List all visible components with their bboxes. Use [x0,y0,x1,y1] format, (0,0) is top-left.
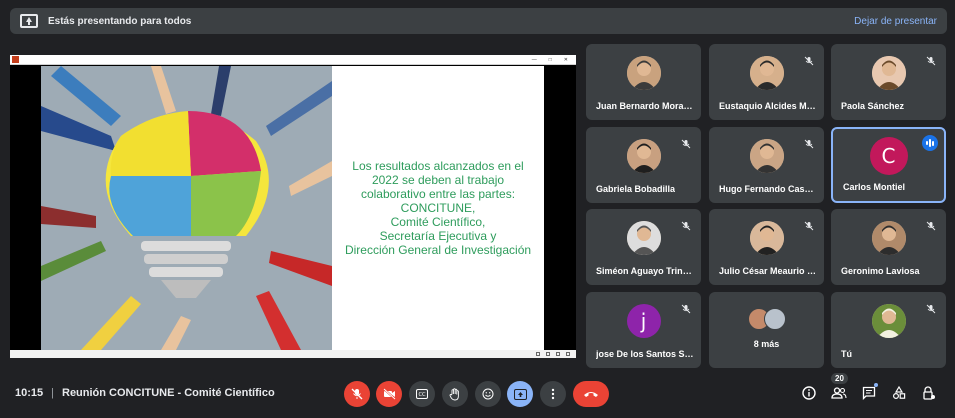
powerpoint-statusbar [10,350,576,358]
captions-icon: CC [416,389,428,399]
camera-toggle-button[interactable] [376,381,402,407]
close-icon: ✕ [563,56,568,63]
avatar [871,55,906,90]
chat-button[interactable] [859,383,879,403]
people-button[interactable]: 20 [829,373,849,403]
slide-text: Los resultados alcanzados en el 2022 se … [344,159,532,257]
mic-off-icon [804,53,814,66]
participant-name: Eustaquio Alcides M… [719,101,816,111]
powerpoint-titlebar: — □ ✕ [10,55,576,65]
present-screen-icon [20,14,38,28]
avatar [749,55,784,90]
mic-off-icon [351,388,363,400]
participant-tile[interactable]: Gabriela Bobadilla [586,127,701,203]
powerpoint-icon [12,56,19,63]
participant-name: jose De los Santos Sa… [596,349,694,359]
participant-tile[interactable]: Siméon Aguayo Trini… [586,209,701,285]
raise-hand-button[interactable] [442,381,468,407]
more-participants-label: 8 más [753,339,780,349]
slide-text-box: Los resultados alcanzados en el 2022 se … [332,66,544,350]
mic-off-icon [926,53,936,66]
participant-tile[interactable]: Julio César Meaurio … [709,209,824,285]
shapes-icon [892,386,906,400]
participant-name: Gabriela Bobadilla [596,184,676,194]
mic-off-icon [681,218,691,231]
avatar [749,138,784,173]
avatar [749,220,784,255]
participant-name: Juan Bernardo Moral… [596,101,694,111]
participant-count-badge: 20 [831,373,848,384]
maximize-icon: □ [548,56,552,63]
participant-name: Julio César Meaurio … [719,266,817,276]
avatar [871,220,906,255]
mic-off-icon [926,218,936,231]
meeting-title: Reunión CONCITUNE - Comité Científico [62,387,275,399]
emoji-icon [482,388,494,400]
activities-button[interactable] [889,383,909,403]
avatar [626,220,661,255]
lock-person-icon [923,386,935,400]
participant-tile[interactable]: Juan Bernardo Moral… [586,44,701,120]
reactions-button[interactable] [475,381,501,407]
mic-off-icon [804,136,814,149]
mic-off-icon [926,301,936,314]
participant-name: Paola Sánchez [841,101,905,111]
avatar [871,303,906,338]
avatar: C [869,137,908,176]
participant-tile[interactable]: 8 más [709,292,824,368]
leave-call-button[interactable] [573,381,609,407]
meeting-info: 10:15 | Reunión CONCITUNE - Comité Cient… [15,387,275,399]
info-icon [802,386,816,400]
mic-off-icon [681,301,691,314]
participant-tile[interactable]: Geronimo Laviosa [831,209,946,285]
puzzle-lightbulb-image [41,66,332,350]
svg-text:CC: CC [419,392,426,398]
meeting-details-button[interactable] [799,383,819,403]
more-vert-icon [551,388,555,400]
more-participants-avatars [747,308,786,331]
presenting-text: Estás presentando para todos [48,15,192,27]
participant-tile[interactable]: Paola Sánchez [831,44,946,120]
participant-name: Hugo Fernando Casa… [719,184,817,194]
participant-tile[interactable]: Eustaquio Alcides M… [709,44,824,120]
avatar [626,55,661,90]
slide: Los resultados alcanzados en el 2022 se … [41,66,544,350]
captions-button[interactable]: CC [409,381,435,407]
mic-off-icon [681,136,691,149]
stop-presenting-button[interactable]: Dejar de presentar [854,16,937,27]
view-controls [536,352,570,356]
chat-icon [862,386,876,400]
presenting-banner: Estás presentando para todos Dejar de pr… [10,8,947,34]
mic-off-icon [804,218,814,231]
present-icon [513,388,527,400]
bottom-toolbar: 10:15 | Reunión CONCITUNE - Comité Cient… [0,372,955,418]
camera-off-icon [382,388,396,400]
speaking-indicator-icon [922,135,938,151]
participant-name: Tú [841,349,852,359]
people-icon [831,387,847,399]
avatar: j [626,303,661,338]
unread-dot [874,383,878,387]
hand-icon [449,387,459,400]
clock: 10:15 [15,387,44,399]
present-now-button[interactable] [507,381,533,407]
shared-screen: — □ ✕ Los resultados alcanzados en el 20… [10,55,576,358]
participant-name: Geronimo Laviosa [841,266,920,276]
participant-tile[interactable]: Tú [831,292,946,368]
participant-name: Carlos Montiel [843,182,906,192]
participant-tile[interactable]: C Carlos Montiel [831,127,946,203]
window-controls: — □ ✕ [532,57,568,63]
more-options-button[interactable] [540,381,566,407]
microphone-toggle-button[interactable] [344,381,370,407]
avatar [626,138,661,173]
participant-tile[interactable]: Hugo Fernando Casa… [709,127,824,203]
host-controls-button[interactable] [919,383,939,403]
hang-up-icon [584,392,598,397]
participant-tile[interactable]: j jose De los Santos Sa… [586,292,701,368]
minimize-icon: — [531,56,537,63]
participant-name: Siméon Aguayo Trini… [596,266,694,276]
